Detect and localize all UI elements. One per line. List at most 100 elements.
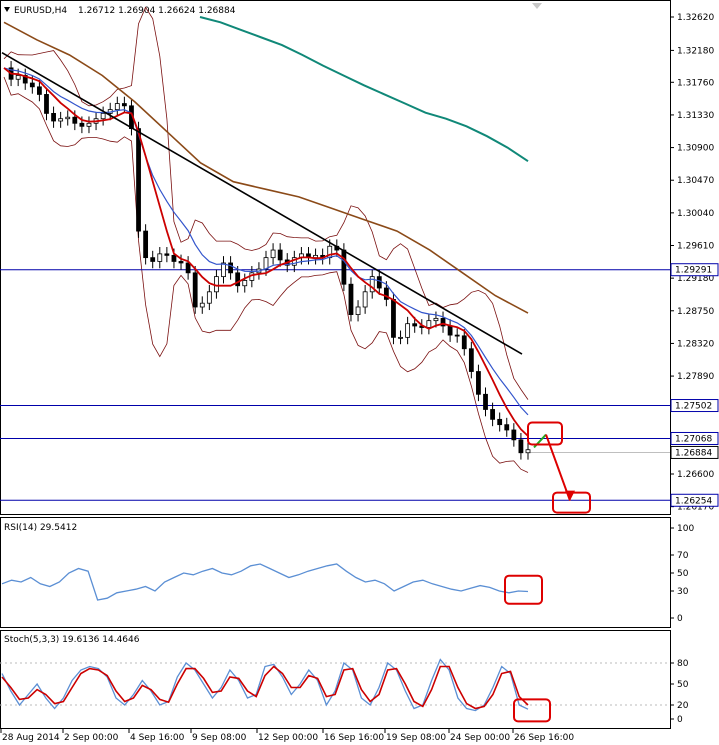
candle-body [348, 283, 354, 315]
level-tag-label: 1.26254 [675, 496, 712, 506]
candle-body [171, 254, 177, 262]
candle-body [185, 262, 191, 274]
stoch-tick-label: 50 [677, 680, 689, 690]
candle-body [483, 393, 488, 410]
candle-body [476, 371, 481, 395]
candle-body [192, 272, 198, 308]
candle-body [277, 249, 283, 261]
rsi-indicator: 100 70 50 30 0 [1, 524, 694, 624]
candle-body [426, 320, 432, 328]
candle-body [72, 116, 78, 124]
candle-body [37, 86, 42, 95]
shift-marker-icon[interactable] [532, 3, 542, 9]
price-tick-label: 1.26600 [677, 470, 714, 480]
rsi-panel [0, 517, 671, 628]
candle-body [44, 94, 49, 114]
price-tick-label: 1.32180 [677, 46, 714, 56]
rsi-line [1, 563, 529, 601]
candle-body [121, 103, 127, 107]
price-tick-label: 1.30470 [677, 176, 714, 186]
rsi-tick-label: 100 [677, 524, 694, 534]
candle-body [164, 253, 170, 256]
chart-header: EURUSD,H4 1.26712 1.26904 1.26624 1.2688… [4, 6, 236, 16]
candle-body [178, 261, 184, 264]
candle-body [461, 335, 467, 350]
rsi-highlight-box [504, 574, 543, 605]
candle-body [206, 291, 212, 304]
bollinger-upper [3, 6, 529, 400]
price-tick-label: 1.27890 [677, 372, 714, 382]
stoch-highlight-box [513, 698, 551, 723]
price-tick-label: 1.28320 [677, 339, 714, 349]
candle-body [412, 323, 418, 327]
candle-body [114, 103, 120, 111]
stoch-panel [0, 630, 671, 729]
candle-body [447, 325, 453, 336]
candle-body [518, 439, 524, 454]
time-tick-label: 2 Sep 00:00 [64, 733, 119, 743]
moving-averages [3, 16, 529, 437]
candle-body [29, 82, 35, 88]
rsi-tick-label: 70 [677, 551, 689, 561]
collapse-triangle-icon[interactable] [4, 7, 10, 12]
highlight-box-peak [527, 421, 563, 446]
candle-body [242, 280, 248, 287]
time-tick-label: 26 Sep 16:00 [514, 733, 574, 743]
candle-body [100, 113, 106, 120]
rsi-label: RSI(14) 29.5412 [4, 523, 77, 533]
candle-body [376, 276, 382, 289]
symbol-label: EURUSD,H4 [14, 6, 67, 16]
candle-body [221, 262, 226, 278]
rsi-tick-label: 30 [677, 587, 689, 597]
time-tick-label: 12 Sep 00:00 [258, 733, 318, 743]
candle-body [362, 291, 368, 308]
candle-body [51, 113, 56, 122]
price-tick-label: 1.30900 [677, 144, 714, 154]
price-tick-label: 1.31330 [677, 111, 714, 121]
price-tick-label: 1.31760 [677, 78, 714, 88]
rsi-tick-label: 0 [677, 614, 683, 624]
time-tick-label: 24 Sep 00:00 [450, 733, 510, 743]
price-tick-label: 1.28750 [677, 307, 714, 317]
price-tick-label: 1.32620 [677, 13, 714, 23]
candle-body [157, 253, 163, 262]
candle-body [525, 449, 531, 454]
candle-body [454, 334, 460, 337]
candle-body [398, 336, 403, 339]
price-tick-label: 1.29610 [677, 242, 714, 252]
candle-body [143, 230, 149, 259]
candle-body [355, 306, 361, 315]
time-tick-label: 4 Sep 16:00 [130, 733, 185, 743]
candle-body [79, 122, 85, 127]
rsi-tick-label: 50 [677, 569, 689, 579]
candle-body [497, 418, 503, 426]
candle-body [65, 116, 71, 120]
candle-body [15, 75, 21, 80]
stoch-tick-label: 0 [677, 715, 683, 725]
level-tag-label: 1.27502 [675, 402, 712, 412]
stoch-label: Stoch(5,3,3) 19.6136 14.4646 [4, 635, 140, 645]
candle-body [405, 323, 411, 338]
stoch-tick-label: 80 [677, 659, 689, 669]
candle-body [504, 424, 510, 431]
candle-body [214, 276, 219, 293]
time-tick-label: 16 Sep 16:00 [324, 733, 384, 743]
candle-body [150, 257, 156, 262]
trend-line [1, 51, 523, 355]
ma-teal [199, 16, 529, 163]
candle-body [228, 262, 233, 274]
candle-body [490, 409, 495, 420]
price-panel [0, 0, 671, 515]
trading-chart[interactable]: EURUSD,H4 1.26712 1.26904 1.26624 1.2688… [0, 0, 719, 745]
bollinger-bands [3, 6, 529, 473]
level-tag-label: 1.27068 [675, 434, 712, 444]
time-tick-label: 9 Sep 08:00 [192, 733, 247, 743]
current-price-label: 1.26884 [675, 448, 712, 458]
stochastic-indicator: 80 50 20 0 [0, 658, 689, 725]
candle-body [511, 429, 517, 441]
time-tick-label: 19 Sep 08:00 [386, 733, 446, 743]
ohlc-values: 1.26712 1.26904 1.26624 1.26884 [78, 6, 236, 16]
candle-body [199, 302, 205, 308]
stoch-tick-label: 20 [677, 701, 689, 711]
price-tick-label: 1.30040 [677, 209, 714, 219]
